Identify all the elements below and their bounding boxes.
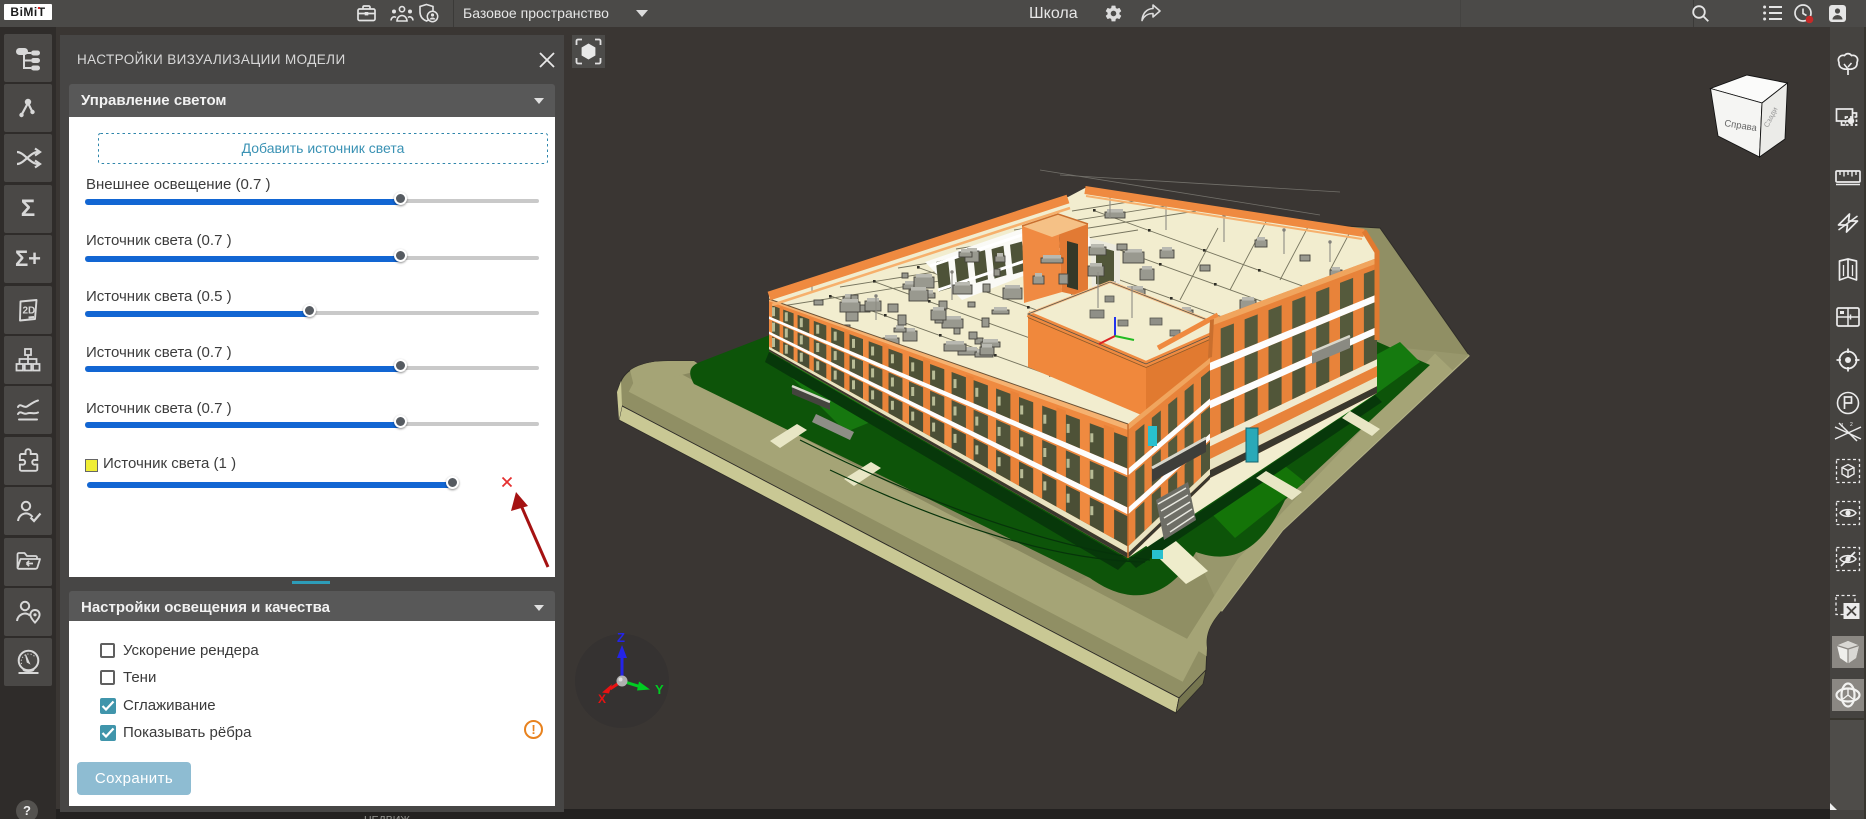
- svg-text:1: 1: [1841, 423, 1844, 429]
- svg-text:Z: Z: [617, 630, 625, 645]
- svg-text:Y: Y: [655, 682, 664, 697]
- svg-text:2: 2: [1850, 422, 1853, 428]
- svg-text:2D: 2D: [23, 305, 36, 316]
- svg-text:X: X: [598, 692, 606, 706]
